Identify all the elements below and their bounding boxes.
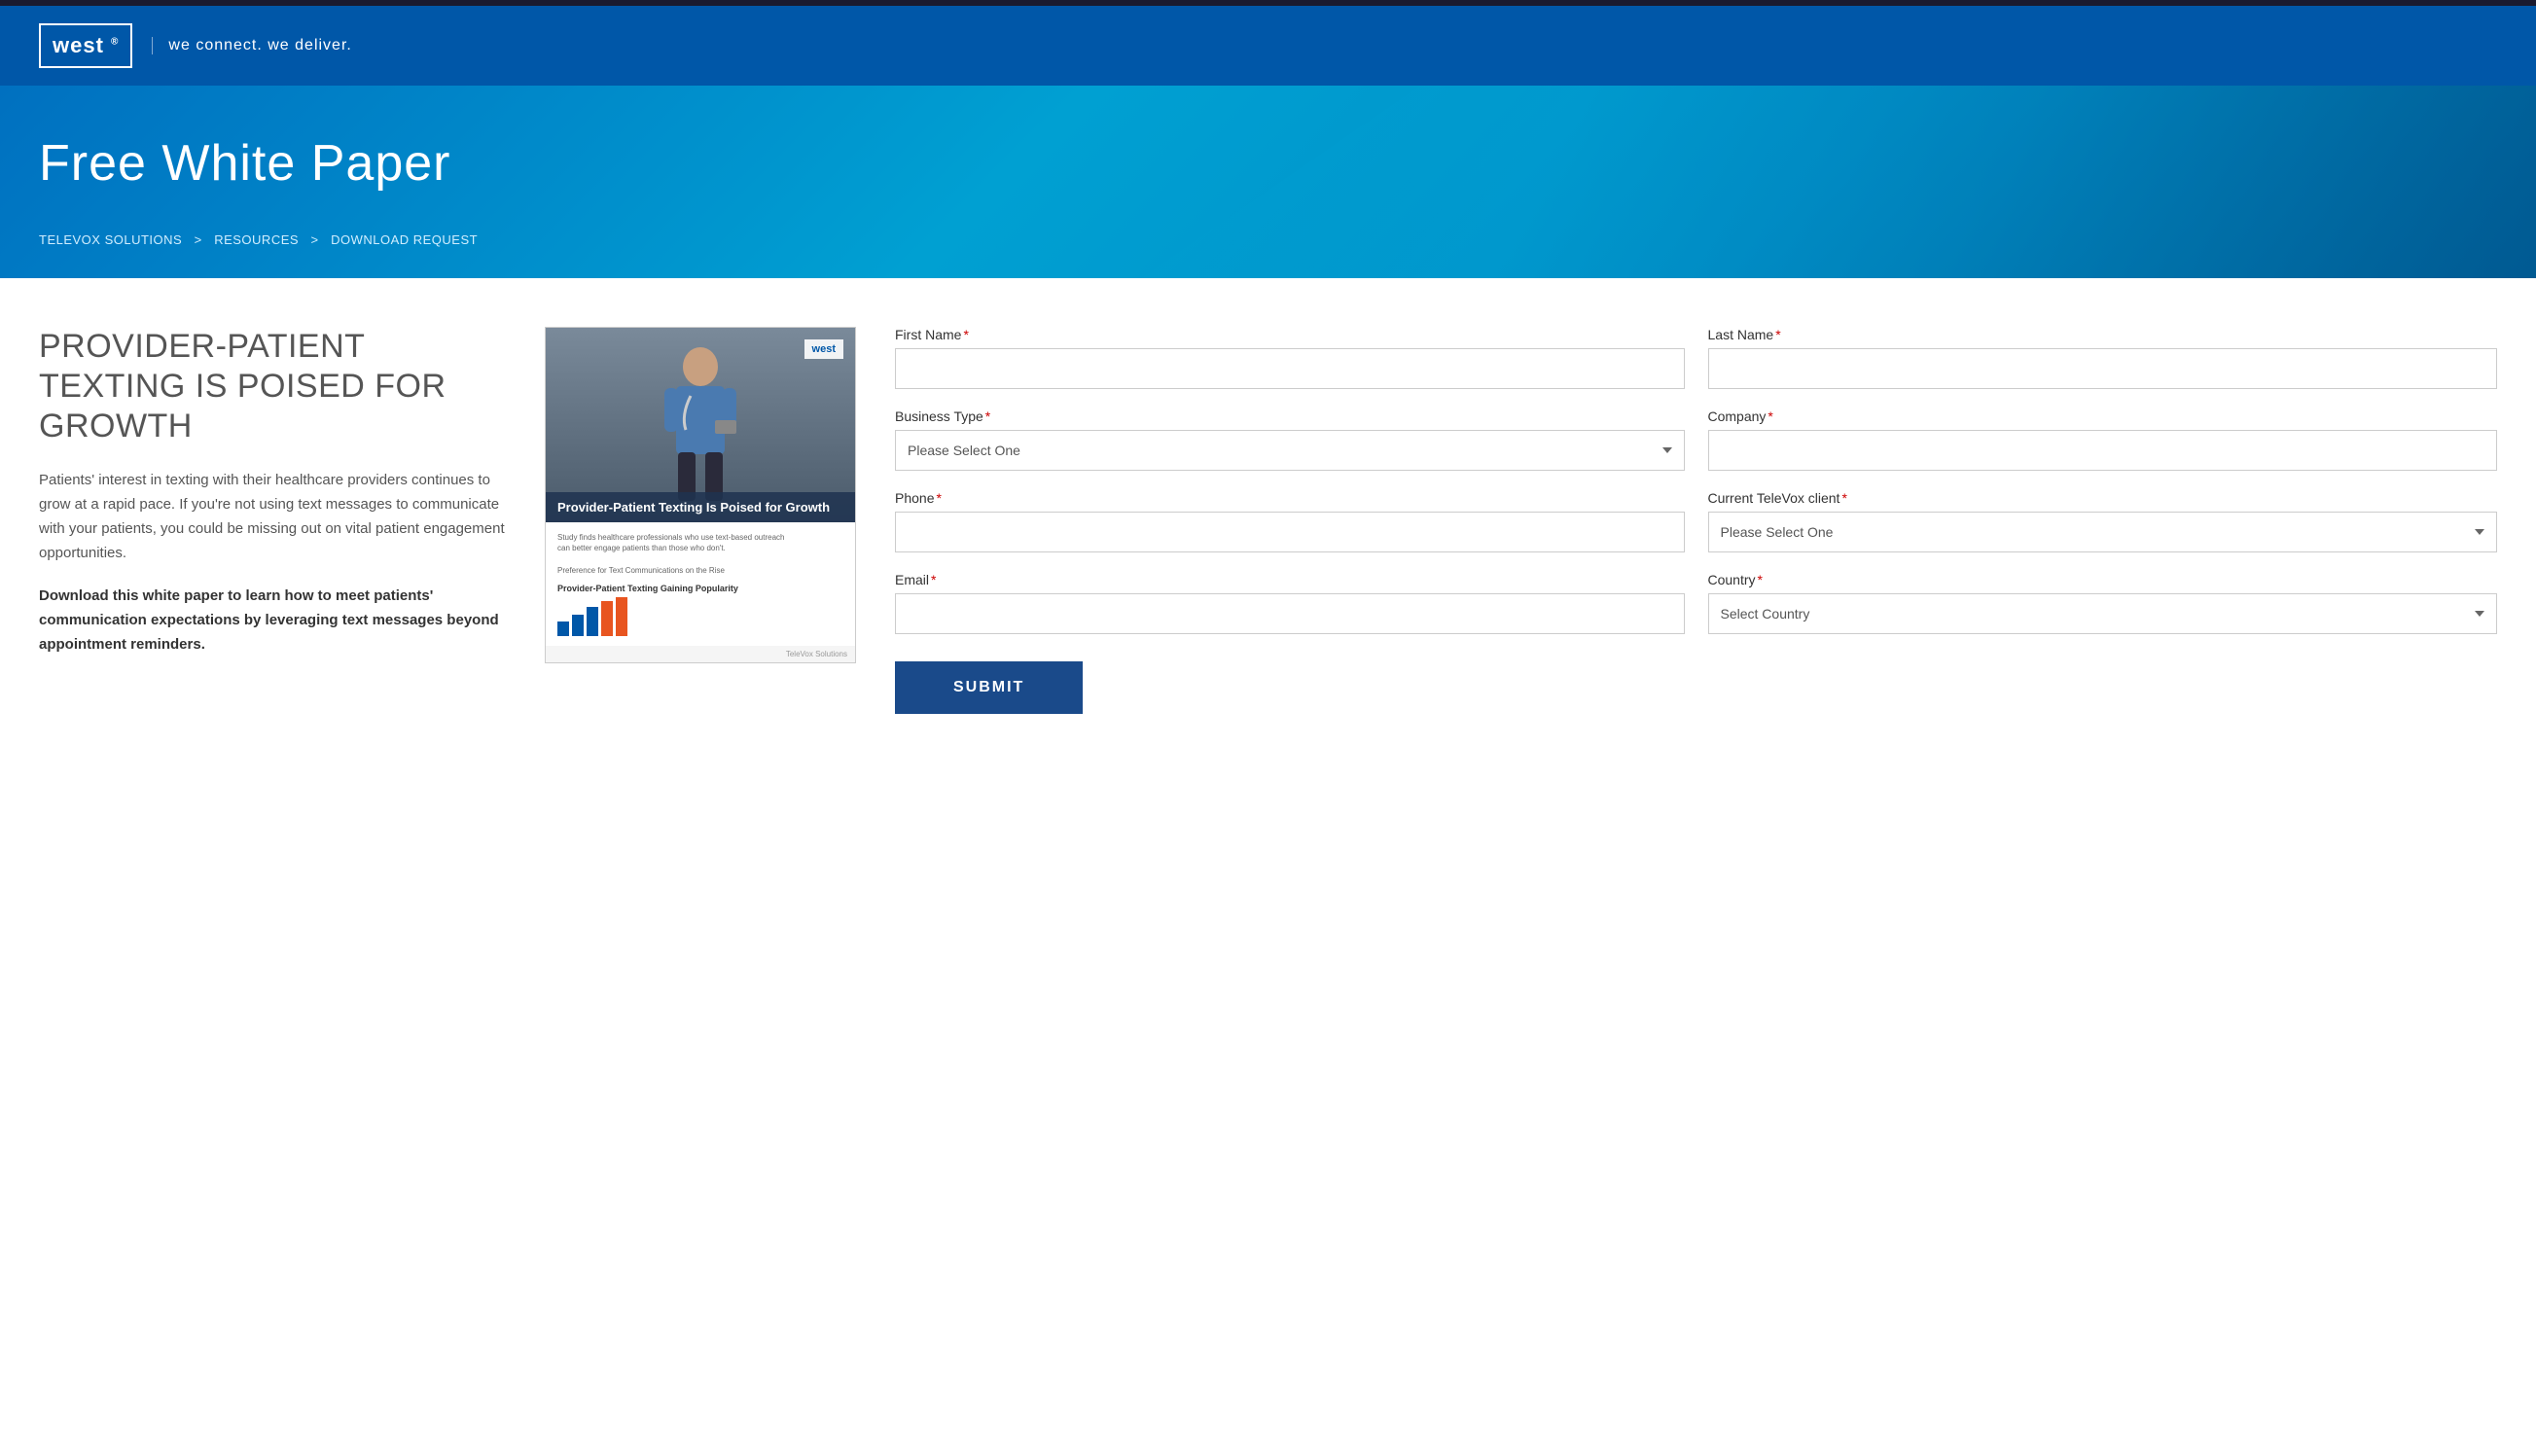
form-row-business: Business Type* Please Select One Hospita… — [895, 408, 2497, 471]
article-title: PROVIDER-PATIENT TEXTING IS POISED FOR G… — [39, 327, 506, 445]
hero-section: Free White Paper TELEVOX SOLUTIONS > RES… — [0, 86, 2536, 278]
whitepaper-image-top: west Provider-Patient Texting Is Poised … — [546, 328, 855, 522]
email-label: Email* — [895, 572, 1685, 587]
wp-badge: west — [804, 339, 843, 359]
form-group-televox-client: Current TeleVox client* Please Select On… — [1708, 490, 2498, 552]
form-submit-row: SUBMIT — [895, 654, 2497, 714]
registration-form: First Name* Last Name* Business Type* — [895, 327, 2497, 714]
phone-label: Phone* — [895, 490, 1685, 506]
breadcrumb-sep-1: > — [195, 232, 202, 247]
logo: west ® — [39, 23, 132, 68]
country-select[interactable]: Select Country United States Canada Unit… — [1708, 593, 2498, 634]
main-content: PROVIDER-PATIENT TEXTING IS POISED FOR G… — [0, 278, 2536, 763]
form-group-last-name: Last Name* — [1708, 327, 2498, 389]
breadcrumb-sep-2: > — [311, 232, 319, 247]
first-name-label: First Name* — [895, 327, 1685, 342]
registration-form-column: First Name* Last Name* Business Type* — [895, 327, 2497, 714]
doctor-svg — [657, 337, 744, 513]
whitepaper-image: west Provider-Patient Texting Is Poised … — [545, 327, 856, 663]
logo-reg: ® — [111, 37, 119, 48]
breadcrumb: TELEVOX SOLUTIONS > RESOURCES > DOWNLOAD… — [39, 231, 2497, 249]
wp-chart-title: Provider-Patient Texting Gaining Popular… — [557, 584, 843, 593]
page-title: Free White Paper — [39, 134, 2497, 193]
wp-bar-1 — [557, 621, 569, 636]
business-type-label: Business Type* — [895, 408, 1685, 424]
email-input[interactable] — [895, 593, 1685, 634]
phone-input[interactable] — [895, 512, 1685, 552]
form-row-phone: Phone* Current TeleVox client* Please Se… — [895, 490, 2497, 552]
site-header: west ® we connect. we deliver. — [0, 6, 2536, 86]
form-group-first-name: First Name* — [895, 327, 1685, 389]
televox-client-label: Current TeleVox client* — [1708, 490, 2498, 506]
form-group-phone: Phone* — [895, 490, 1685, 552]
first-name-input[interactable] — [895, 348, 1685, 389]
business-type-select[interactable]: Please Select One Hospital Physician Pra… — [895, 430, 1685, 471]
wp-bar-5 — [616, 597, 627, 636]
wp-caption: Provider-Patient Texting Is Poised for G… — [546, 492, 855, 522]
wp-chart: Provider-Patient Texting Gaining Popular… — [557, 584, 843, 636]
breadcrumb-current: DOWNLOAD REQUEST — [331, 232, 478, 247]
article-column: PROVIDER-PATIENT TEXTING IS POISED FOR G… — [39, 327, 506, 657]
form-row-name: First Name* Last Name* — [895, 327, 2497, 389]
televox-client-select[interactable]: Please Select One Yes No — [1708, 512, 2498, 552]
company-input[interactable] — [1708, 430, 2498, 471]
form-group-business-type: Business Type* Please Select One Hospita… — [895, 408, 1685, 471]
last-name-input[interactable] — [1708, 348, 2498, 389]
form-group-email: Email* — [895, 572, 1685, 634]
form-row-email-country: Email* Country* Select Country United St… — [895, 572, 2497, 634]
wp-chart-area: Provider-Patient Texting Gaining Popular… — [557, 584, 843, 636]
breadcrumb-item-1[interactable]: TELEVOX SOLUTIONS — [39, 232, 182, 247]
logo-text: west — [53, 33, 104, 57]
wp-bar-3 — [587, 607, 598, 636]
wp-bar-4 — [601, 601, 613, 636]
company-label: Company* — [1708, 408, 2498, 424]
submit-button[interactable]: SUBMIT — [895, 661, 1083, 714]
form-group-company: Company* — [1708, 408, 2498, 471]
tagline: we connect. we deliver. — [152, 37, 351, 54]
article-body-1: Patients' interest in texting with their… — [39, 469, 506, 565]
last-name-label: Last Name* — [1708, 327, 2498, 342]
whitepaper-image-column: west Provider-Patient Texting Is Poised … — [545, 327, 856, 663]
wp-body-text: Study finds healthcare professionals who… — [557, 532, 843, 576]
article-body-2: Download this white paper to learn how t… — [39, 585, 506, 657]
country-label: Country* — [1708, 572, 2498, 587]
wp-bar-2 — [572, 615, 584, 636]
wp-chart-bars — [557, 597, 843, 636]
wp-footer: TeleVox Solutions — [546, 646, 855, 662]
breadcrumb-item-2[interactable]: RESOURCES — [214, 232, 299, 247]
wp-body: Study finds healthcare professionals who… — [546, 522, 855, 646]
form-group-country: Country* Select Country United States Ca… — [1708, 572, 2498, 634]
